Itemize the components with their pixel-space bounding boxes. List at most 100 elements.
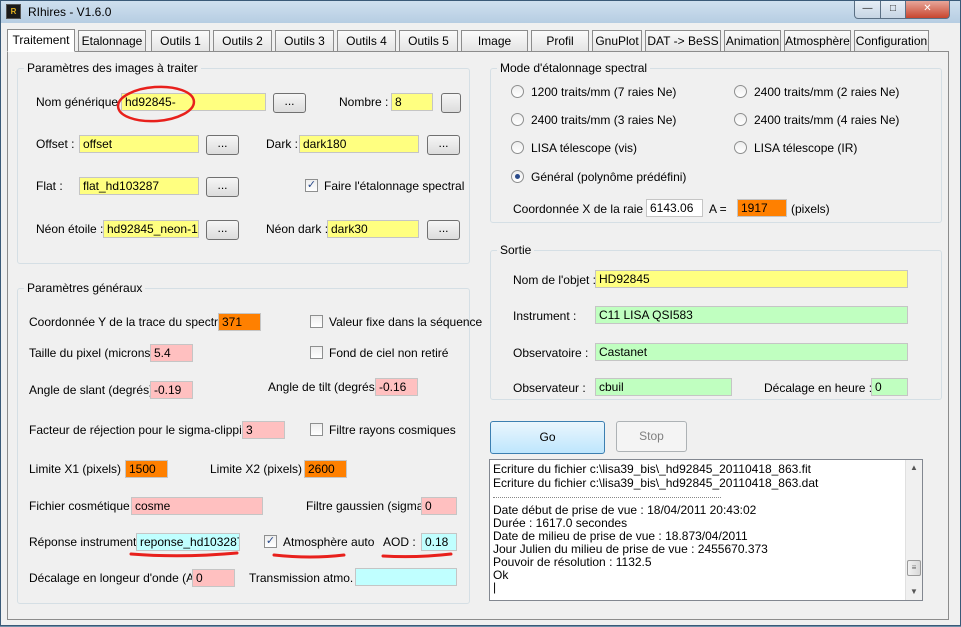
valeur-fixe-label: Valeur fixe dans la séquence	[329, 315, 483, 329]
scroll-down-icon[interactable]: ▼	[907, 584, 921, 599]
tab-traitement[interactable]: Traitement	[7, 29, 75, 52]
calib-option-label: 1200 traits/mm (7 raies Ne)	[531, 85, 677, 99]
observateur-field[interactable]: cbuil	[595, 378, 732, 396]
coord-x-field[interactable]: 6143.06	[646, 199, 703, 217]
facteur-rejection-field[interactable]: 3	[242, 421, 285, 439]
tab-profil[interactable]: Profil	[531, 30, 589, 52]
log-scrollbar[interactable]: ▲ ≡ ▼	[905, 460, 922, 600]
atmosphere-auto-checkbox[interactable]: ✓	[264, 535, 277, 548]
calib-radio-lisa-ir[interactable]	[734, 141, 747, 154]
valeur-fixe-checkbox[interactable]	[310, 315, 323, 328]
filtre-cosmiques-checkbox[interactable]	[310, 423, 323, 436]
dark-field[interactable]: dark180	[299, 135, 419, 153]
offset-field[interactable]: offset	[79, 135, 199, 153]
maximize-button[interactable]: □	[880, 1, 906, 19]
scroll-up-icon[interactable]: ▲	[907, 460, 921, 475]
nombre-button[interactable]	[441, 93, 461, 113]
limite-x2-field[interactable]: 2600	[304, 460, 347, 478]
calib-radio-lisa-vis[interactable]	[511, 141, 524, 154]
decalage-heure-label: Décalage en heure :	[764, 381, 873, 395]
calib-radio-2400-4[interactable]	[734, 113, 747, 126]
log-caret: |	[493, 580, 497, 594]
fichier-cosmetique-field[interactable]: cosme	[131, 497, 263, 515]
scroll-thumb[interactable]: ≡	[907, 560, 921, 576]
taille-pixel-label: Taille du pixel (microns) :	[29, 346, 162, 360]
nom-generique-browse-button[interactable]: ...	[273, 93, 306, 113]
instrument-label: Instrument :	[513, 309, 577, 323]
title-bar[interactable]: R RIhires - V1.6.0 — □ ✕	[1, 1, 960, 23]
tab-outils-3[interactable]: Outils 3	[275, 30, 334, 52]
tab-animation[interactable]: Animation	[724, 30, 781, 52]
nom-generique-field[interactable]: hd92845-	[121, 93, 266, 111]
tab-atmosphere[interactable]: Atmosphère	[784, 30, 851, 52]
minimize-button[interactable]: —	[854, 1, 881, 19]
tab-etalonnage[interactable]: Etalonnage	[78, 30, 146, 52]
a-pixel-field[interactable]: 1917	[737, 199, 787, 217]
log-line: Ecriture du fichier c:\lisa39_bis\_hd928…	[493, 462, 811, 476]
tab-content-traitement: Paramètres des images à traiter Nom géné…	[7, 51, 949, 620]
calib-option-label: LISA télescope (IR)	[754, 141, 858, 155]
calib-option-label: 2400 traits/mm (3 raies Ne)	[531, 113, 677, 127]
nom-objet-label: Nom de l'objet :	[513, 273, 596, 287]
filtre-cosmiques-label: Filtre rayons cosmiques	[329, 423, 456, 437]
instrument-field[interactable]: C11 LISA QSI583	[595, 306, 908, 324]
stop-button[interactable]: Stop	[616, 421, 687, 452]
aod-field[interactable]: 0.18	[421, 533, 457, 551]
tab-dat-bess[interactable]: DAT -> BeSS	[645, 30, 721, 52]
log-line: Pouvoir de résolution : 1132.5	[493, 555, 652, 569]
calib-radio-2400-3[interactable]	[511, 113, 524, 126]
filtre-gaussien-label: Filtre gaussien (sigma) :	[306, 499, 435, 513]
transmission-field[interactable]	[355, 568, 457, 586]
observatoire-field[interactable]: Castanet	[595, 343, 908, 361]
limite-x2-label: Limite X2 (pixels) :	[210, 462, 309, 476]
a-equals-label: A =	[709, 202, 727, 216]
nom-generique-label: Nom générique :	[36, 95, 125, 109]
faire-etalonnage-checkbox[interactable]: ✓	[305, 179, 318, 192]
neon-dark-field[interactable]: dark30	[327, 220, 419, 238]
calib-radio-2400-2[interactable]	[734, 85, 747, 98]
flat-browse-button[interactable]: ...	[206, 177, 239, 197]
limite-x1-field[interactable]: 1500	[125, 460, 168, 478]
close-button[interactable]: ✕	[905, 1, 950, 19]
calib-radio-general[interactable]	[511, 170, 524, 183]
calib-group-title: Mode d'étalonnage spectral	[497, 61, 651, 75]
neon-dark-browse-button[interactable]: ...	[427, 220, 460, 240]
tab-outils-2[interactable]: Outils 2	[213, 30, 272, 52]
calib-group: Mode d'étalonnage spectral 1200 traits/m…	[490, 61, 942, 223]
fond-ciel-label: Fond de ciel non retiré	[329, 346, 449, 360]
decalage-onde-label: Décalage en longeur d'onde (A) :	[29, 571, 205, 585]
dark-browse-button[interactable]: ...	[427, 135, 460, 155]
neon-etoile-browse-button[interactable]: ...	[206, 220, 239, 240]
nombre-field[interactable]: 8	[391, 93, 433, 111]
taille-pixel-field[interactable]: 5.4	[150, 344, 193, 362]
tab-configuration[interactable]: Configuration	[854, 30, 929, 52]
log-line: Jour Julien du milieu de prise de vue : …	[493, 542, 768, 556]
tab-image[interactable]: Image	[461, 30, 528, 52]
neon-etoile-label: Néon étoile :	[36, 222, 104, 236]
fond-ciel-checkbox[interactable]	[310, 346, 323, 359]
app-icon: R	[6, 4, 21, 19]
tab-outils-4[interactable]: Outils 4	[337, 30, 396, 52]
angle-slant-field[interactable]: -0.19	[150, 381, 193, 399]
tab-gnuplot[interactable]: GnuPlot	[592, 30, 642, 52]
go-button[interactable]: Go	[490, 421, 605, 454]
tab-outils-1[interactable]: Outils 1	[151, 30, 210, 52]
neon-dark-label: Néon dark :	[266, 222, 329, 236]
log-line: Ecriture du fichier c:\lisa39_bis\_hd928…	[493, 476, 819, 490]
log-textarea[interactable]: Ecriture du fichier c:\lisa39_bis\_hd928…	[489, 459, 923, 601]
tab-outils-5[interactable]: Outils 5	[399, 30, 458, 52]
offset-browse-button[interactable]: ...	[206, 135, 239, 155]
coord-y-field[interactable]: 371	[218, 313, 261, 331]
reponse-instrument-field[interactable]: reponse_hd103287	[136, 533, 240, 551]
decalage-heure-field[interactable]: 0	[871, 378, 908, 396]
decalage-onde-field[interactable]: 0	[192, 569, 235, 587]
coord-y-label: Coordonnée Y de la trace du spectre :	[29, 315, 232, 329]
transmission-label: Transmission atmo. :	[249, 571, 360, 585]
neon-etoile-field[interactable]: hd92845_neon-1	[103, 220, 199, 238]
calib-radio-1200-7[interactable]	[511, 85, 524, 98]
nom-objet-field[interactable]: HD92845	[595, 270, 908, 288]
flat-field[interactable]: flat_hd103287	[79, 177, 199, 195]
angle-tilt-field[interactable]: -0.16	[375, 378, 418, 396]
images-group: Paramètres des images à traiter Nom géné…	[17, 61, 470, 264]
filtre-gaussien-field[interactable]: 0	[421, 497, 457, 515]
